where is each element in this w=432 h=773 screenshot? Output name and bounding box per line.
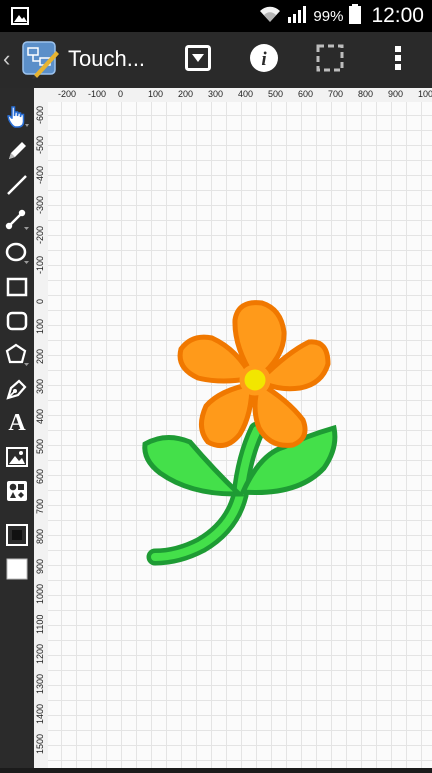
app-icon[interactable]	[22, 41, 60, 79]
ruler-tick-label: 600	[298, 89, 314, 99]
polygon-icon[interactable]	[2, 340, 32, 370]
battery-icon	[349, 4, 362, 28]
ruler-tick-label: -200	[35, 225, 45, 244]
ruler-tick-label: 700	[328, 89, 344, 99]
ruler-tick-label: 1500	[35, 733, 45, 754]
ruler-tick-label: 200	[35, 348, 45, 364]
info-icon: i	[249, 43, 279, 78]
stroke-color-icon[interactable]	[2, 520, 32, 550]
ruler-tick-label: -400	[35, 165, 45, 184]
wifi-icon	[259, 5, 281, 27]
ruler-tick-label: 400	[238, 89, 254, 99]
ruler-tick-label: 1300	[35, 673, 45, 694]
rounded-rectangle-icon[interactable]	[2, 306, 32, 336]
ruler-tick-label: 0	[118, 89, 124, 99]
ruler-tick-label: -500	[35, 135, 45, 154]
hand-pointer-icon[interactable]	[2, 102, 32, 132]
horizontal-ruler[interactable]: -200 -100 0 100 200 300 400 500 600 700 800 900 1000	[34, 88, 432, 103]
dropdown-icon	[185, 44, 211, 76]
ruler-tick-label: 0	[35, 298, 45, 304]
ruler-tick-label: 100	[148, 89, 164, 99]
image-icon[interactable]	[2, 442, 32, 472]
action-bar: ‹ Touch... i	[0, 32, 432, 88]
ruler-tick-label: 800	[358, 89, 374, 99]
ruler-tick-label: 500	[268, 89, 284, 99]
rectangle-icon[interactable]	[2, 272, 32, 302]
text-icon[interactable]: A	[2, 408, 32, 438]
ruler-tick-label: 300	[208, 89, 224, 99]
ruler-tick-label: 400	[35, 408, 45, 424]
petal-bottom-left	[199, 380, 255, 449]
ruler-tick-label: 700	[35, 498, 45, 514]
drawing-canvas[interactable]	[48, 102, 432, 768]
dropdown-button[interactable]	[180, 42, 216, 78]
gallery-notification-icon	[10, 6, 30, 26]
stencil-icon[interactable]	[2, 476, 32, 506]
ruler-tick-label: -100	[88, 89, 107, 99]
ruler-tick-label: 900	[388, 89, 404, 99]
ruler-tick-label: 500	[35, 438, 45, 454]
ruler-tick-label: -600	[35, 105, 45, 124]
ruler-tick-label: -100	[35, 255, 45, 274]
ruler-tick-label: 1400	[35, 703, 45, 724]
selection-frame-icon	[316, 44, 344, 77]
ruler-tick-label: 900	[35, 558, 45, 574]
ruler-tick-label: 800	[35, 528, 45, 544]
pen-nib-icon[interactable]	[2, 374, 32, 404]
ruler-tick-label: 200	[178, 89, 194, 99]
ruler-tick-label: 100	[35, 318, 45, 334]
info-button[interactable]: i	[246, 42, 282, 78]
selection-frame-button[interactable]	[312, 42, 348, 78]
ruler-tick-label: 600	[35, 468, 45, 484]
flower-center	[239, 364, 271, 396]
ruler-tick-label: -200	[58, 89, 77, 99]
status-bar: 99% 12:00	[0, 0, 432, 32]
vertical-ruler[interactable]: -600 -500 -400 -300 -200 -100 0 100 200 300 400 500…	[34, 102, 49, 768]
ruler-tick-label: 1100	[35, 614, 45, 634]
ruler-tick-label: 300	[35, 378, 45, 394]
text-tool-glyph: A	[8, 409, 26, 436]
signal-icon	[287, 5, 307, 27]
pencil-icon[interactable]	[2, 136, 32, 166]
ruler-tick-label: 1200	[35, 643, 45, 664]
ruler-tick-label: 1000	[418, 89, 432, 99]
fill-color-icon[interactable]	[2, 554, 32, 584]
overflow-menu-icon	[394, 44, 402, 77]
ruler-tick-label: 1000	[35, 583, 45, 604]
clock: 12:00	[371, 4, 424, 27]
overflow-menu-button[interactable]	[380, 42, 416, 78]
ellipse-icon[interactable]	[2, 238, 32, 268]
flower-drawing[interactable]	[48, 102, 432, 768]
document-title[interactable]: Touch...	[68, 46, 145, 72]
line-icon[interactable]	[2, 170, 32, 200]
tool-palette: A	[0, 88, 34, 768]
back-chevron-icon[interactable]: ‹	[3, 46, 10, 72]
battery-percent: 99%	[313, 7, 344, 25]
connector-icon[interactable]	[2, 204, 32, 234]
ruler-tick-label: -300	[35, 195, 45, 214]
svg-text:i: i	[261, 49, 267, 70]
